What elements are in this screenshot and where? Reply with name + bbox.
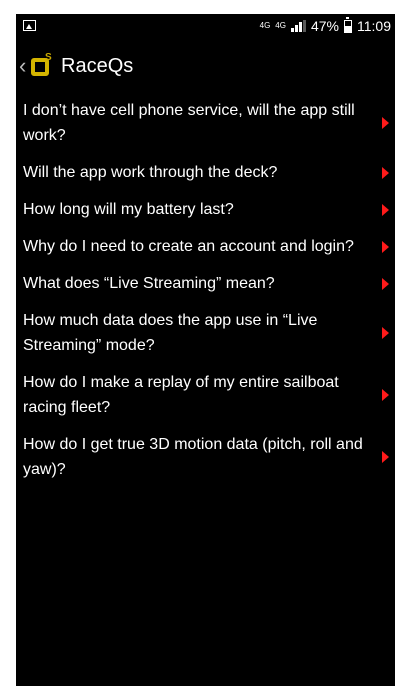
faq-item[interactable]: Will the app work through the deck? <box>16 154 395 191</box>
chevron-right-icon <box>382 117 389 129</box>
faq-item[interactable]: Why do I need to create an account and l… <box>16 228 395 265</box>
phone-screen: 4G 4G 47% 11:09 ‹ S RaceQs I don’t have … <box>16 14 395 686</box>
faq-question: How much data does the app use in “Live … <box>23 312 318 354</box>
faq-question: What does “Live Streaming” mean? <box>23 275 275 292</box>
faq-item[interactable]: How much data does the app use in “Live … <box>16 302 395 364</box>
chevron-right-icon <box>382 203 389 216</box>
back-chevron-icon[interactable]: ‹ <box>19 55 31 77</box>
chevron-right-icon <box>382 166 389 179</box>
chevron-right-icon <box>382 451 389 463</box>
faq-question: How long will my battery last? <box>23 201 234 218</box>
clock: 11:09 <box>357 18 391 34</box>
image-notification-icon <box>23 20 36 31</box>
faq-item[interactable]: How do I get true 3D motion data (pitch,… <box>16 426 395 488</box>
app-title: RaceQs <box>61 54 134 77</box>
raceqs-logo[interactable]: S <box>31 52 55 78</box>
chevron-right-icon <box>382 389 389 401</box>
logo-letter: S <box>45 52 52 63</box>
chevron-right-icon <box>382 240 389 253</box>
faq-question: How do I make a replay of my entire sail… <box>23 374 339 416</box>
faq-item[interactable]: I don’t have cell phone service, will th… <box>16 92 395 154</box>
faq-question: Why do I need to create an account and l… <box>23 238 354 255</box>
status-right: 4G 4G 47% 11:09 <box>259 16 391 34</box>
faq-item[interactable]: How do I make a replay of my entire sail… <box>16 364 395 426</box>
chevron-right-icon <box>382 277 389 290</box>
faq-list: I don’t have cell phone service, will th… <box>16 92 395 488</box>
signal-strength-icon <box>290 20 306 32</box>
network-type-1: 4G <box>259 21 271 30</box>
battery-icon <box>344 16 352 33</box>
status-bar: 4G 4G 47% 11:09 <box>16 14 395 40</box>
app-bar: ‹ S RaceQs <box>16 44 395 88</box>
battery-fill <box>345 26 351 32</box>
faq-question: How do I get true 3D motion data (pitch,… <box>23 436 363 478</box>
chevron-right-icon <box>382 327 389 339</box>
battery-percent: 47% <box>310 18 339 34</box>
faq-item[interactable]: How long will my battery last? <box>16 191 395 228</box>
network-type-2: 4G <box>275 21 286 30</box>
faq-question: I don’t have cell phone service, will th… <box>23 102 355 144</box>
faq-item[interactable]: What does “Live Streaming” mean? <box>16 265 395 302</box>
faq-question: Will the app work through the deck? <box>23 164 278 181</box>
